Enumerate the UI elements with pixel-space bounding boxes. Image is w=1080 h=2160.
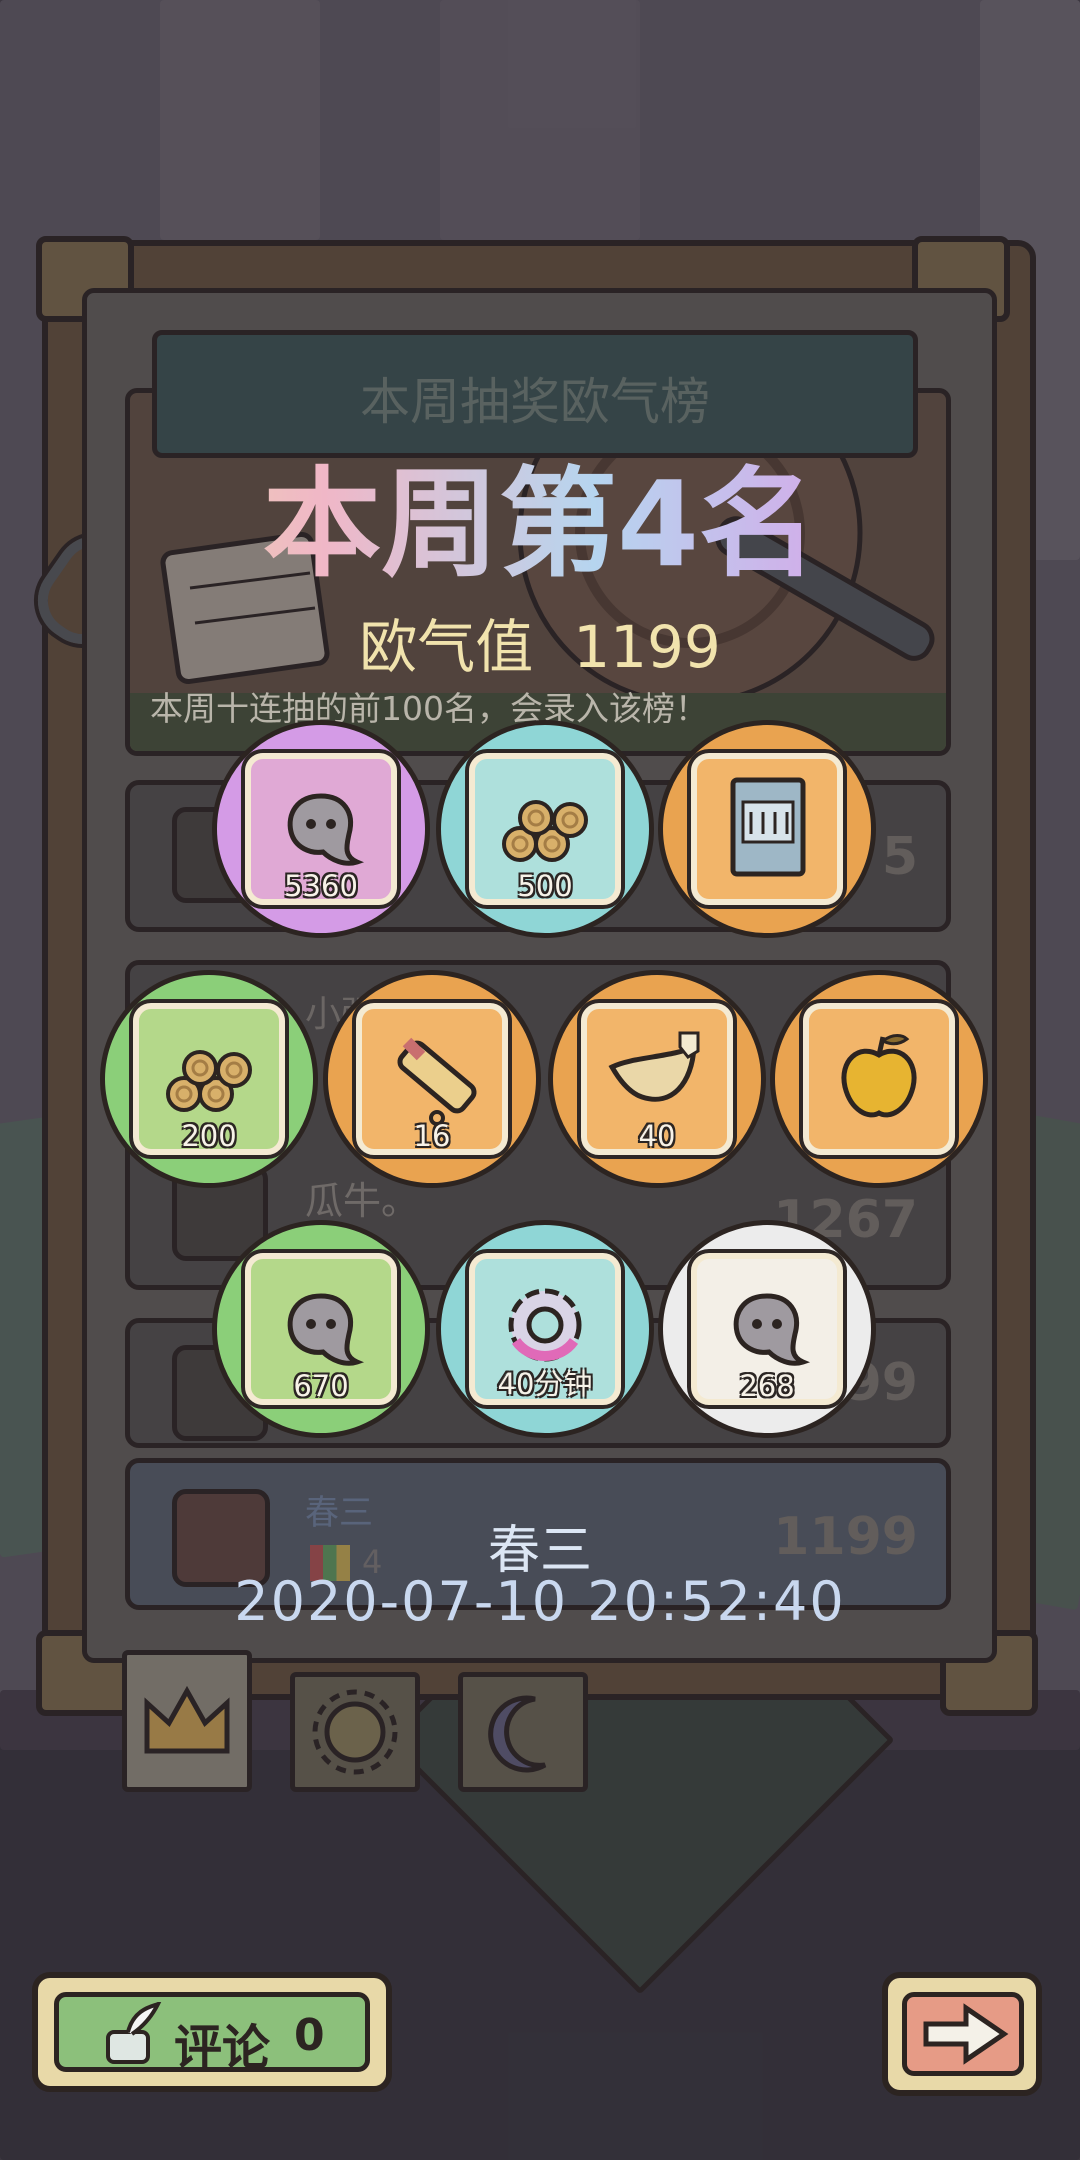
reward-tile (803, 1003, 955, 1155)
reward-item[interactable]: 5360 (212, 720, 430, 938)
sun-icon (312, 1689, 398, 1775)
reward-quantity: 200 (181, 1119, 237, 1153)
luck-score: 欧气值 1199 (0, 600, 1080, 684)
reward-tile: 500 (469, 753, 621, 905)
reward-quantity: 40 (638, 1119, 676, 1153)
reward-quantity: 40分钟 (497, 1367, 593, 1401)
arrow-right-icon (923, 2003, 1009, 2065)
background-plank (440, 0, 640, 240)
leaderboard-title: 本周抽奖欧气榜 (360, 373, 710, 431)
reward-item[interactable]: 200 (100, 970, 318, 1188)
tab-moon[interactable] (458, 1672, 588, 1792)
golden-apple-icon (829, 1027, 929, 1131)
reward-item[interactable] (770, 970, 988, 1188)
wood-logs-icon (154, 1032, 264, 1126)
reward-item[interactable]: 670 (212, 1220, 430, 1438)
reward-quantity: 670 (293, 1369, 349, 1403)
reward-tile: 5360 (245, 753, 397, 905)
leaderboard-note: 本周十连抽的前100名，会录入该榜！ (150, 689, 708, 728)
reward-tile (691, 753, 843, 905)
background-plank (160, 0, 320, 240)
draw-timestamp: 2020-07-10 20:52:40 (234, 1570, 846, 1633)
ghost-token-icon (271, 1282, 371, 1376)
horn-icon (602, 1027, 712, 1131)
ink-quill-icon (106, 2002, 162, 2064)
wood-logs-icon (490, 782, 600, 876)
reward-tile: 40 (581, 1003, 733, 1155)
moon-icon (488, 1695, 547, 1773)
reward-tile: 670 (245, 1253, 397, 1405)
reward-item[interactable]: 268 (658, 1220, 876, 1438)
tab-sun[interactable] (290, 1672, 420, 1792)
reward-quantity: 5360 (284, 869, 358, 903)
luck-score-label: 欧气值 (359, 613, 534, 681)
reward-item[interactable]: 40分钟 (436, 1220, 654, 1438)
comment-label: 评论 (174, 2020, 271, 2076)
reward-tile: 16 (356, 1003, 508, 1155)
next-button[interactable] (882, 1972, 1042, 2096)
reward-item[interactable]: 500 (436, 720, 654, 938)
row-score: 5 (881, 827, 918, 887)
reward-tile: 268 (691, 1253, 843, 1405)
crown-icon (144, 1685, 230, 1754)
ghost-token-icon (271, 782, 371, 876)
luck-score-value: 1199 (573, 613, 721, 681)
reward-tile: 200 (133, 1003, 285, 1155)
comment-button[interactable]: 评论 0 (32, 1972, 392, 2092)
reward-quantity: 500 (517, 869, 573, 903)
reward-tile: 40分钟 (469, 1253, 621, 1405)
weekly-rank: 本周第4名 (0, 428, 1080, 599)
comment-count: 0 (294, 2010, 325, 2061)
ghost-token-icon (717, 1282, 817, 1376)
reward-quantity: 16 (413, 1119, 451, 1153)
reward-item[interactable]: 40 (548, 970, 766, 1188)
reward-item[interactable]: 16 (323, 970, 541, 1188)
reward-quantity: 268 (739, 1369, 795, 1403)
tab-crown[interactable] (122, 1650, 252, 1792)
reward-item[interactable] (658, 720, 876, 938)
music-book-icon (717, 772, 817, 886)
